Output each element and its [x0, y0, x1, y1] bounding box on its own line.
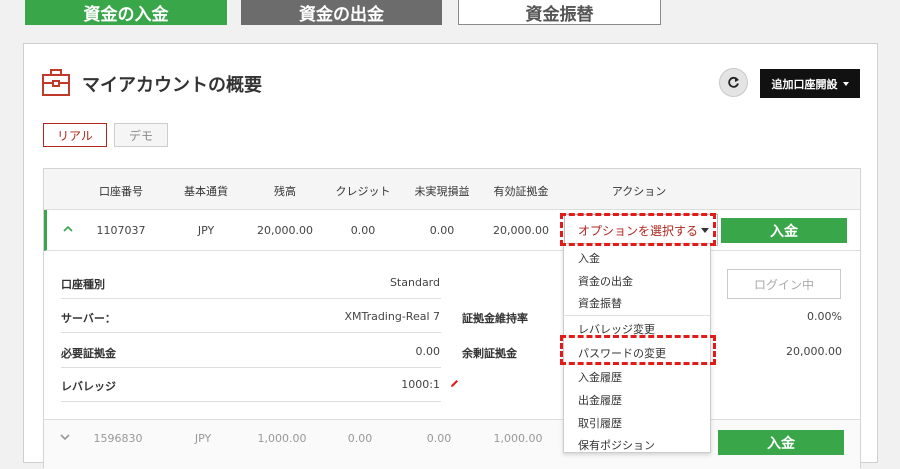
- table-header: 口座番号 基本通貨 残高 クレジット 未実現損益 有効証拠金 アクション: [44, 169, 860, 210]
- divider: [61, 401, 441, 402]
- unrealized-pnl: 0.00: [429, 224, 455, 237]
- col-balance: 残高: [274, 185, 296, 198]
- action-select[interactable]: オプションを選択する: [564, 214, 718, 246]
- tab-demo[interactable]: デモ: [114, 123, 168, 147]
- account-number: 1107037: [96, 224, 146, 237]
- divider: [61, 298, 441, 299]
- accounts-table: 口座番号 基本通貨 残高 クレジット 未実現損益 有効証拠金 アクション 110…: [43, 168, 861, 469]
- menu-item-trade-history[interactable]: 取引履歴: [578, 415, 622, 431]
- page-title: マイアカウントの概要: [82, 75, 262, 96]
- add-account-button[interactable]: 追加口座開設: [760, 69, 860, 98]
- margin-level-label: 証拠金維持率: [462, 312, 528, 325]
- free-margin-value: 20,000.00: [786, 345, 842, 358]
- refresh-button[interactable]: [719, 68, 748, 97]
- balance: 1,000.00: [257, 432, 307, 445]
- action-select-label: オプションを選択する: [578, 223, 699, 238]
- divider: [61, 367, 441, 368]
- account-type-value: Standard: [389, 276, 440, 289]
- leverage-label: レバレッジ: [61, 380, 116, 393]
- menu-item-transfer[interactable]: 資金振替: [578, 295, 622, 311]
- margin-level-value: 0.00%: [807, 310, 842, 323]
- pencil-icon[interactable]: [449, 378, 459, 389]
- menu-item-leverage[interactable]: レバレッジ変更: [578, 321, 655, 337]
- menu-item-deposit-history[interactable]: 入金履歴: [578, 369, 622, 385]
- menu-divider: [564, 315, 710, 316]
- account-number: 1596830: [93, 432, 143, 445]
- account-overview-panel: マイアカウントの概要 追加口座開設 リアル デモ 口座番号 基本通貨 残高 クレ…: [23, 43, 878, 469]
- action-dropdown-menu: 入金 資金の出金 資金振替 レバレッジ変更 パスワードの変更 入金履歴 出金履歴…: [563, 243, 711, 453]
- chevron-down-icon[interactable]: [60, 432, 70, 442]
- deposit-funds-button[interactable]: 資金の入金: [25, 0, 227, 25]
- table-row[interactable]: 1596830 JPY 1,000.00 0.00 0.00 1,000.00 …: [44, 419, 860, 469]
- col-action: アクション: [611, 185, 667, 198]
- table-row[interactable]: 1107037 JPY 20,000.00 0.00 0.00 20,000.0…: [44, 210, 860, 251]
- base-currency: JPY: [194, 432, 212, 445]
- withdraw-funds-button[interactable]: 資金の出金: [241, 0, 442, 25]
- equity: 20,000.00: [493, 224, 549, 237]
- menu-item-withdraw[interactable]: 資金の出金: [578, 273, 633, 289]
- required-margin-value: 0.00: [415, 345, 441, 358]
- deposit-button[interactable]: 入金: [721, 218, 847, 243]
- unrealized-pnl: 0.00: [426, 432, 452, 445]
- server-label: サーバー：: [61, 312, 116, 325]
- free-margin-label: 余剰証拠金: [462, 347, 517, 360]
- base-currency: JPY: [197, 224, 215, 237]
- menu-item-deposit[interactable]: 入金: [578, 250, 600, 266]
- refresh-icon: [728, 76, 739, 88]
- deposit-button[interactable]: 入金: [718, 430, 844, 455]
- col-unrealized: 未実現損益: [414, 185, 470, 198]
- menu-item-withdraw-history[interactable]: 出金履歴: [578, 392, 622, 408]
- caret-down-icon: [842, 81, 849, 86]
- credit: 0.00: [350, 224, 376, 237]
- col-credit: クレジット: [335, 185, 391, 198]
- col-account: 口座番号: [99, 185, 143, 198]
- balance: 20,000.00: [257, 224, 313, 237]
- account-type-label: 口座種別: [61, 278, 105, 291]
- equity: 1,000.00: [493, 432, 543, 445]
- login-status-button[interactable]: ログイン中: [727, 269, 841, 299]
- add-account-label: 追加口座開設: [771, 77, 838, 91]
- transfer-funds-button[interactable]: 資金振替: [458, 0, 661, 25]
- col-equity: 有効証拠金: [493, 185, 549, 198]
- menu-item-open-positions[interactable]: 保有ポジション: [578, 437, 655, 453]
- required-margin-label: 必要証拠金: [61, 347, 116, 360]
- chevron-up-icon[interactable]: [63, 224, 73, 234]
- tab-real[interactable]: リアル: [43, 123, 107, 147]
- divider: [61, 332, 441, 333]
- leverage-value: 1000:1: [401, 378, 440, 391]
- caret-down-icon: [701, 228, 709, 233]
- account-details: 口座種別 Standard サーバー： XMTrading-Real 7 必要証…: [44, 251, 860, 416]
- credit: 0.00: [347, 432, 373, 445]
- menu-item-password[interactable]: パスワードの変更: [578, 345, 666, 361]
- server-value: XMTrading-Real 7: [344, 310, 440, 323]
- col-currency: 基本通貨: [184, 185, 228, 198]
- briefcase-icon: [42, 69, 70, 96]
